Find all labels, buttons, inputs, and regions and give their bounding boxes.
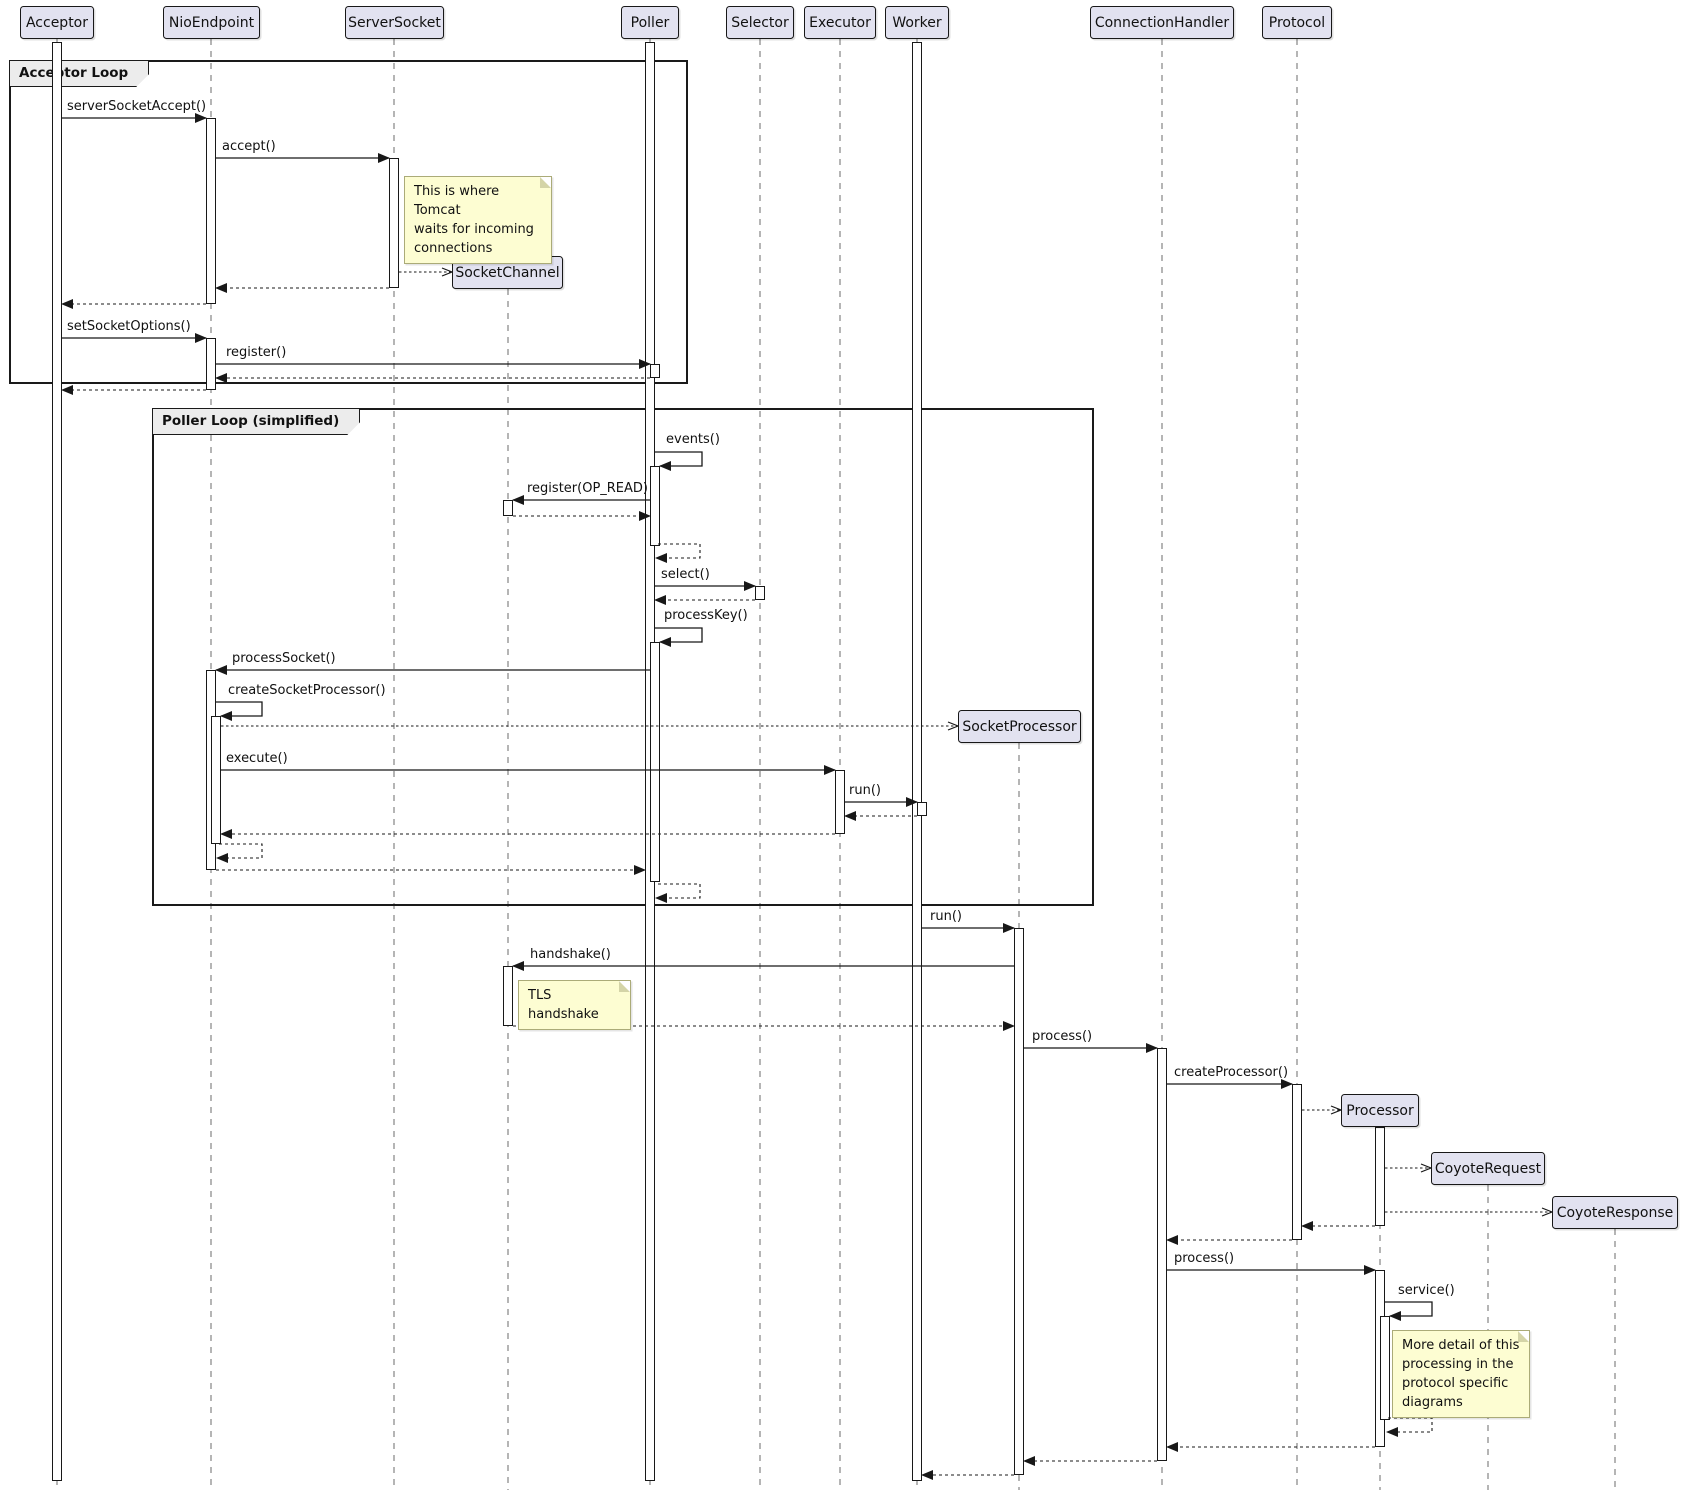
label-serversocketaccept: serverSocketAccept() [67, 99, 206, 114]
arrow-processor-self-return [1387, 1418, 1432, 1432]
label-execute: execute() [226, 751, 288, 766]
object-processor: Processor [1341, 1094, 1419, 1127]
object-socketchannel-label: SocketChannel [455, 265, 559, 281]
participant-worker-label: Worker [892, 15, 941, 31]
object-coyoteresponse: CoyoteResponse [1552, 1196, 1678, 1229]
note-accept-wait: This is where Tomcat waits for incoming … [404, 176, 552, 264]
label-setsocketoptions: setSocketOptions() [67, 319, 191, 334]
label-select: select() [661, 567, 710, 582]
label-processkey: processKey() [664, 608, 748, 623]
arrow-service-self [1385, 1302, 1432, 1316]
participant-selector-label: Selector [731, 15, 789, 31]
participant-acceptor-label: Acceptor [26, 15, 88, 31]
sequence-diagram: Acceptor Loop Poller Loop (simplified) [0, 0, 1682, 1495]
participant-nioendpoint: NioEndpoint [163, 6, 260, 39]
participant-protocol: Protocol [1262, 6, 1332, 39]
object-coyoteresponse-label: CoyoteResponse [1557, 1205, 1674, 1221]
message-arrows [0, 0, 1682, 1495]
participant-worker: Worker [885, 6, 949, 39]
arrow-processkey-self [655, 628, 702, 642]
arrow-createsocketprocessor-self [216, 702, 262, 716]
participant-selector: Selector [726, 6, 794, 39]
participant-serversocket-label: ServerSocket [348, 15, 441, 31]
object-socketprocessor-label: SocketProcessor [962, 719, 1076, 735]
participant-executor: Executor [804, 6, 876, 39]
label-process2: process() [1174, 1251, 1234, 1266]
label-handshake: handshake() [530, 947, 611, 962]
participant-protocol-label: Protocol [1269, 15, 1325, 31]
participant-executor-label: Executor [809, 15, 871, 31]
participant-connectionhandler-label: ConnectionHandler [1095, 15, 1229, 31]
object-coyoterequest-label: CoyoteRequest [1435, 1161, 1541, 1177]
label-processsocket: processSocket() [232, 651, 336, 666]
label-register-opread: register(OP_READ) [527, 481, 648, 496]
participant-acceptor: Acceptor [20, 6, 94, 39]
participant-connectionhandler: ConnectionHandler [1090, 6, 1234, 39]
note-tls-handshake: TLS handshake [518, 980, 631, 1030]
object-coyoterequest: CoyoteRequest [1431, 1152, 1545, 1185]
arrow-poller-self-return [656, 884, 700, 898]
label-createprocessor: createProcessor() [1174, 1065, 1288, 1080]
label-accept: accept() [222, 139, 276, 154]
label-run2: run() [930, 909, 962, 924]
object-socketprocessor: SocketProcessor [958, 710, 1081, 743]
object-processor-label: Processor [1346, 1103, 1413, 1119]
arrow-events-self-return [656, 544, 700, 558]
participant-serversocket: ServerSocket [345, 6, 444, 39]
arrow-nioendpoint-self-return [217, 844, 262, 858]
label-register: register() [226, 345, 286, 360]
label-process: process() [1032, 1029, 1092, 1044]
label-service: service() [1398, 1283, 1455, 1298]
participant-poller-label: Poller [631, 15, 670, 31]
participant-nioendpoint-label: NioEndpoint [169, 15, 254, 31]
note-more-detail: More detail of this processing in the pr… [1392, 1330, 1530, 1418]
label-run: run() [849, 783, 881, 798]
participant-poller: Poller [621, 6, 679, 39]
arrow-events-self [655, 452, 702, 466]
label-events: events() [666, 432, 720, 447]
label-createsocketprocessor: createSocketProcessor() [228, 683, 386, 698]
